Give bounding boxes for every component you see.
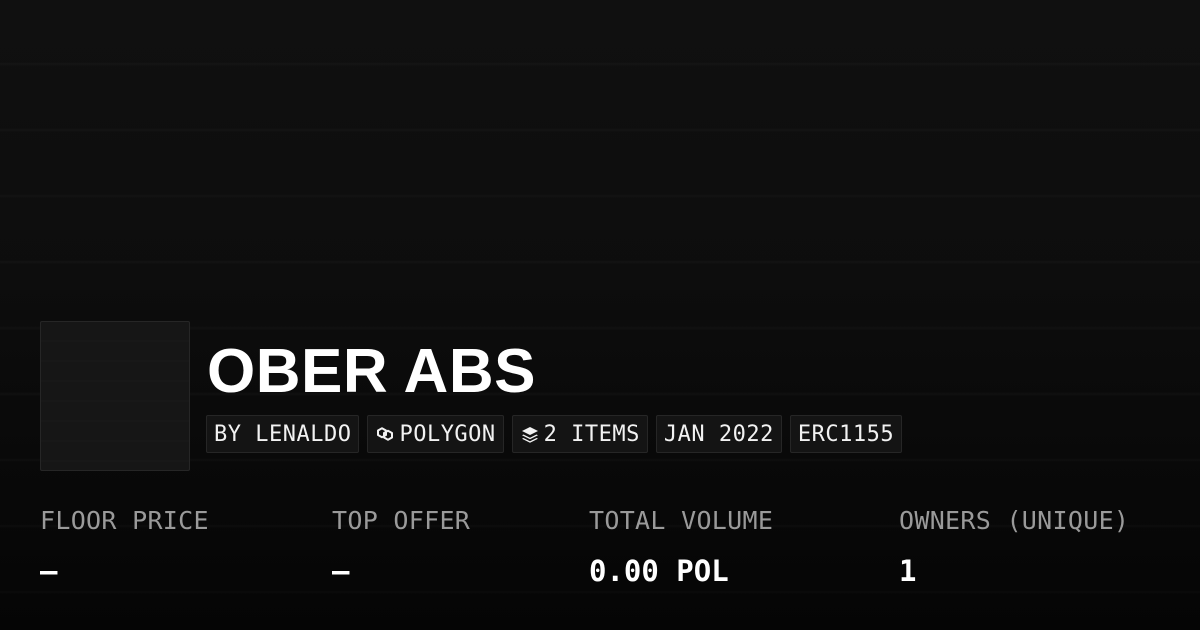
- collection-tags: BY LENALDO POLYGON 2 ITEMS JAN 2022 ERC1…: [206, 415, 903, 453]
- token-standard-tag-label: ERC1155: [797, 421, 895, 447]
- token-standard-tag: ERC1155: [789, 415, 903, 453]
- stat-label: OWNERS (UNIQUE): [899, 506, 1130, 535]
- stat-value: 1: [899, 554, 917, 588]
- collection-thumbnail: [40, 321, 190, 471]
- stat-value: –: [40, 554, 58, 588]
- created-date-tag-label: JAN 2022: [663, 421, 774, 447]
- created-date-tag: JAN 2022: [655, 415, 782, 453]
- creator-tag: BY LENALDO: [206, 415, 360, 453]
- collection-title: OBER ABS: [207, 337, 536, 406]
- layers-icon: [520, 424, 540, 444]
- stat-floor-price: FLOOR PRICE –: [40, 503, 209, 589]
- stat-value: –: [332, 554, 350, 588]
- stat-label: FLOOR PRICE: [40, 506, 209, 535]
- stat-top-offer: TOP OFFER –: [332, 503, 470, 589]
- chain-tag: POLYGON: [367, 415, 504, 453]
- stat-owners-unique: OWNERS (UNIQUE) 1: [899, 503, 1129, 589]
- item-count-tag: 2 ITEMS: [511, 415, 648, 453]
- stat-total-volume: TOTAL VOLUME 0.00 POL: [589, 503, 773, 589]
- stat-label: TOTAL VOLUME: [589, 506, 774, 535]
- chain-tag-label: POLYGON: [399, 421, 496, 447]
- creator-tag-label: BY LENALDO: [214, 421, 352, 447]
- stat-label: TOP OFFER: [332, 506, 471, 535]
- polygon-chain-icon: [375, 424, 395, 444]
- stat-value: 0.00 POL: [589, 554, 729, 588]
- collection-share-card: OBER ABS BY LENALDO POLYGON 2 ITEMS JAN …: [0, 0, 1200, 630]
- item-count-tag-label: 2 ITEMS: [543, 421, 640, 447]
- collection-stats: FLOOR PRICE – TOP OFFER – TOTAL VOLUME 0…: [0, 503, 1200, 603]
